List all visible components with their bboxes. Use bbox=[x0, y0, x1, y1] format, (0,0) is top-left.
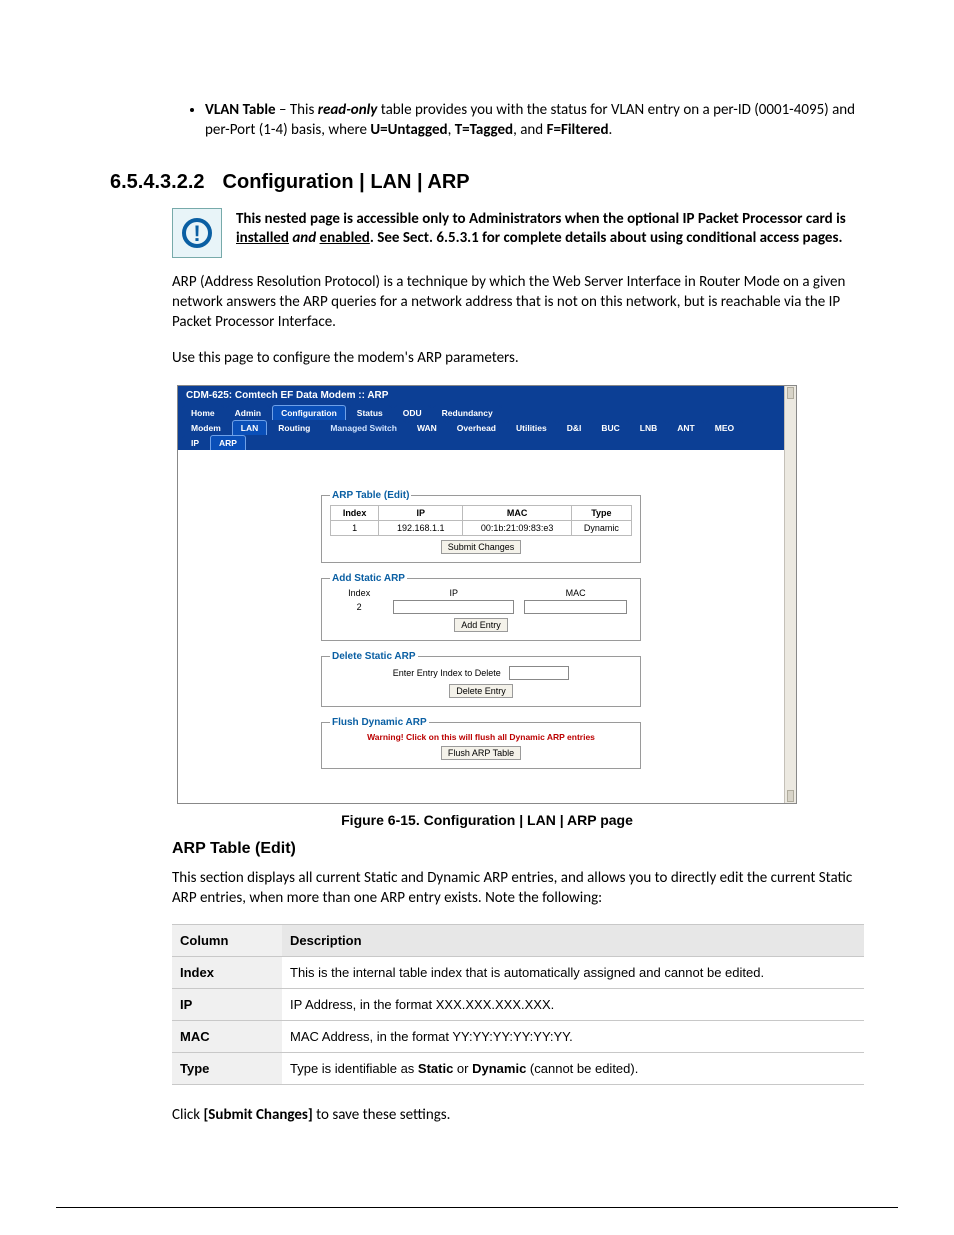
delete-entry-button[interactable]: Delete Entry bbox=[449, 684, 513, 698]
tab-home[interactable]: Home bbox=[182, 405, 224, 420]
table-row: MAC MAC Address, in the format YY:YY:YY:… bbox=[172, 1021, 864, 1053]
tab-arp[interactable]: ARP bbox=[210, 435, 246, 450]
para-table-desc: This section displays all current Static… bbox=[172, 868, 864, 909]
tab-row-3: IP ARP bbox=[178, 435, 784, 450]
window-title: CDM-625: Comtech EF Data Modem :: ARP bbox=[178, 386, 784, 405]
add-entry-button[interactable]: Add Entry bbox=[454, 618, 508, 632]
arp-table: Index IP MAC Type 1 192.168.1.1 00:1b:21… bbox=[330, 505, 632, 536]
info-icon: ! bbox=[172, 208, 222, 258]
footer-rule bbox=[56, 1207, 898, 1208]
tab-configuration[interactable]: Configuration bbox=[272, 405, 346, 420]
flush-fieldset: Flush Dynamic ARP Warning! Click on this… bbox=[321, 717, 641, 769]
figure-caption: Figure 6-15. Configuration | LAN | ARP p… bbox=[110, 812, 864, 828]
tab-admin[interactable]: Admin bbox=[226, 405, 270, 420]
tab-utilities[interactable]: Utilities bbox=[507, 420, 556, 435]
tab-wan[interactable]: WAN bbox=[408, 420, 446, 435]
tab-status[interactable]: Status bbox=[348, 405, 392, 420]
tab-ip[interactable]: IP bbox=[182, 435, 208, 450]
tab-managed-switch[interactable]: Managed Switch bbox=[321, 420, 406, 435]
description-table: Column Description Index This is the int… bbox=[172, 924, 864, 1085]
flush-button[interactable]: Flush ARP Table bbox=[441, 746, 521, 760]
para-usage: Use this page to configure the modem's A… bbox=[172, 348, 864, 368]
tab-modem[interactable]: Modem bbox=[182, 420, 230, 435]
table-row: Type Type is identifiable as Static or D… bbox=[172, 1053, 864, 1085]
tab-lan[interactable]: LAN bbox=[232, 420, 267, 435]
para-arp-desc: ARP (Address Resolution Protocol) is a t… bbox=[172, 272, 864, 333]
tab-routing[interactable]: Routing bbox=[269, 420, 319, 435]
subheading-arp-table-edit: ARP Table (Edit) bbox=[172, 840, 864, 858]
tab-lnb[interactable]: LNB bbox=[631, 420, 666, 435]
scrollbar[interactable] bbox=[784, 386, 796, 803]
add-ip-input[interactable] bbox=[393, 600, 514, 614]
section-heading: 6.5.4.3.2.2Configuration | LAN | ARP bbox=[110, 171, 864, 194]
add-static-legend: Add Static ARP bbox=[330, 573, 407, 584]
flush-legend: Flush Dynamic ARP bbox=[330, 717, 429, 728]
tab-meo[interactable]: MEO bbox=[706, 420, 743, 435]
delete-index-input[interactable] bbox=[509, 666, 569, 680]
table-row: 1 192.168.1.1 00:1b:21:09:83:e3 Dynamic bbox=[331, 520, 632, 535]
delete-label: Enter Entry Index to Delete bbox=[393, 668, 501, 678]
tab-row-1: Home Admin Configuration Status ODU Redu… bbox=[178, 405, 784, 420]
note-text: This nested page is accessible only to A… bbox=[236, 208, 864, 258]
tab-di[interactable]: D&I bbox=[558, 420, 591, 435]
tab-buc[interactable]: BUC bbox=[592, 420, 628, 435]
arp-table-fieldset: ARP Table (Edit) Index IP MAC Type 1 192… bbox=[321, 490, 641, 563]
tab-odu[interactable]: ODU bbox=[394, 405, 431, 420]
submit-changes-button[interactable]: Submit Changes bbox=[441, 540, 522, 554]
add-static-fieldset: Add Static ARP Index IP MAC 2 Add Entry bbox=[321, 573, 641, 641]
arp-window: CDM-625: Comtech EF Data Modem :: ARP Ho… bbox=[177, 385, 797, 804]
flush-warning: Warning! Click on this will flush all Dy… bbox=[330, 732, 632, 742]
tab-redundancy[interactable]: Redundancy bbox=[433, 405, 502, 420]
add-mac-input[interactable] bbox=[524, 600, 627, 614]
para-click-submit: Click [Submit Changes] to save these set… bbox=[172, 1105, 864, 1125]
tab-overhead[interactable]: Overhead bbox=[448, 420, 505, 435]
table-row: IP IP Address, in the format XXX.XXX.XXX… bbox=[172, 989, 864, 1021]
arp-table-legend: ARP Table (Edit) bbox=[330, 490, 411, 501]
tab-ant[interactable]: ANT bbox=[668, 420, 703, 435]
vlan-bullet: VLAN Table – This read-only table provid… bbox=[110, 100, 864, 141]
add-index-value: 2 bbox=[335, 602, 383, 612]
bullet-title: VLAN Table bbox=[205, 101, 276, 119]
delete-static-fieldset: Delete Static ARP Enter Entry Index to D… bbox=[321, 651, 641, 707]
tab-row-2: Modem LAN Routing Managed Switch WAN Ove… bbox=[178, 420, 784, 435]
delete-static-legend: Delete Static ARP bbox=[330, 651, 418, 662]
table-row: Index This is the internal table index t… bbox=[172, 957, 864, 989]
